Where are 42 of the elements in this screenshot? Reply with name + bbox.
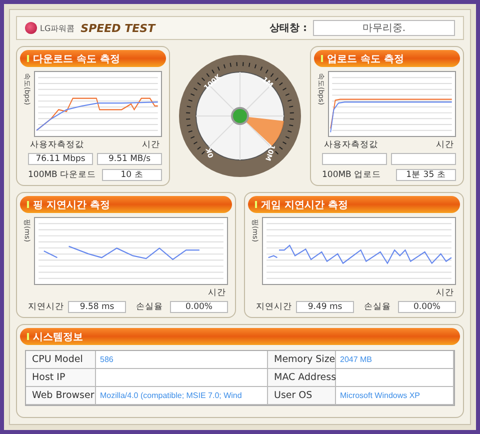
field-label: 지연시간	[28, 301, 64, 313]
table-cell: CPU Model	[26, 351, 96, 369]
axis-label: 시간	[436, 138, 454, 150]
table-cell: Host IP	[26, 369, 96, 387]
field-label: 지연시간	[256, 301, 292, 313]
brand-logo: LG파워콤	[40, 22, 75, 34]
field-label: 사용자측정값	[30, 138, 84, 150]
table-cell: 586	[96, 351, 268, 369]
table-cell: Microsoft Windows XP	[336, 387, 454, 405]
panel-title: 게임 지연시간 측정	[248, 196, 460, 213]
table-cell: Mozilla/4.0 (compatible; MSIE 7.0; Wind	[96, 387, 268, 405]
panel-title: 업로드 속도 측정	[314, 50, 460, 67]
value-field: 9.58 ms	[68, 301, 126, 313]
value-field: 0.00%	[398, 301, 456, 313]
field-label: 100MB 다운로드	[28, 169, 98, 181]
panel-title: 핑 지연시간 측정	[20, 196, 232, 213]
field-label: 사용자측정값	[324, 138, 378, 150]
axis-label: 시간	[142, 138, 160, 150]
value-field: 9.51 MB/s	[97, 153, 162, 165]
value-field: 9.49 ms	[296, 301, 354, 313]
status-label: 상태창 :	[270, 22, 307, 35]
panel-title: 시스템정보	[20, 328, 460, 345]
table-cell: Web Browser	[26, 387, 96, 405]
value-field	[322, 153, 387, 165]
table-cell: User OS	[268, 387, 336, 405]
app-title: SPEED TEST	[80, 22, 156, 34]
value-field: 76.11 Mbps	[28, 153, 93, 165]
field-label: 손실율	[364, 301, 392, 313]
table-cell: MAC Address	[268, 369, 336, 387]
value-field	[391, 153, 456, 165]
panel-title: 다운로드 속도 측정	[20, 50, 166, 67]
value-field: 10 초	[102, 169, 162, 181]
value-field: 0.00%	[170, 301, 228, 313]
table-cell: 2047 MB	[336, 351, 454, 369]
status-field: 마무리중.	[313, 20, 455, 36]
axis-label: 시간	[436, 286, 454, 298]
table-cell: Memory Size	[268, 351, 336, 369]
value-field: 1분 35 초	[396, 169, 456, 181]
field-label: 손실율	[136, 301, 164, 313]
axis-label: 시간	[208, 286, 226, 298]
field-label: 100MB 업로드	[322, 169, 382, 181]
logo-icon	[25, 22, 37, 34]
